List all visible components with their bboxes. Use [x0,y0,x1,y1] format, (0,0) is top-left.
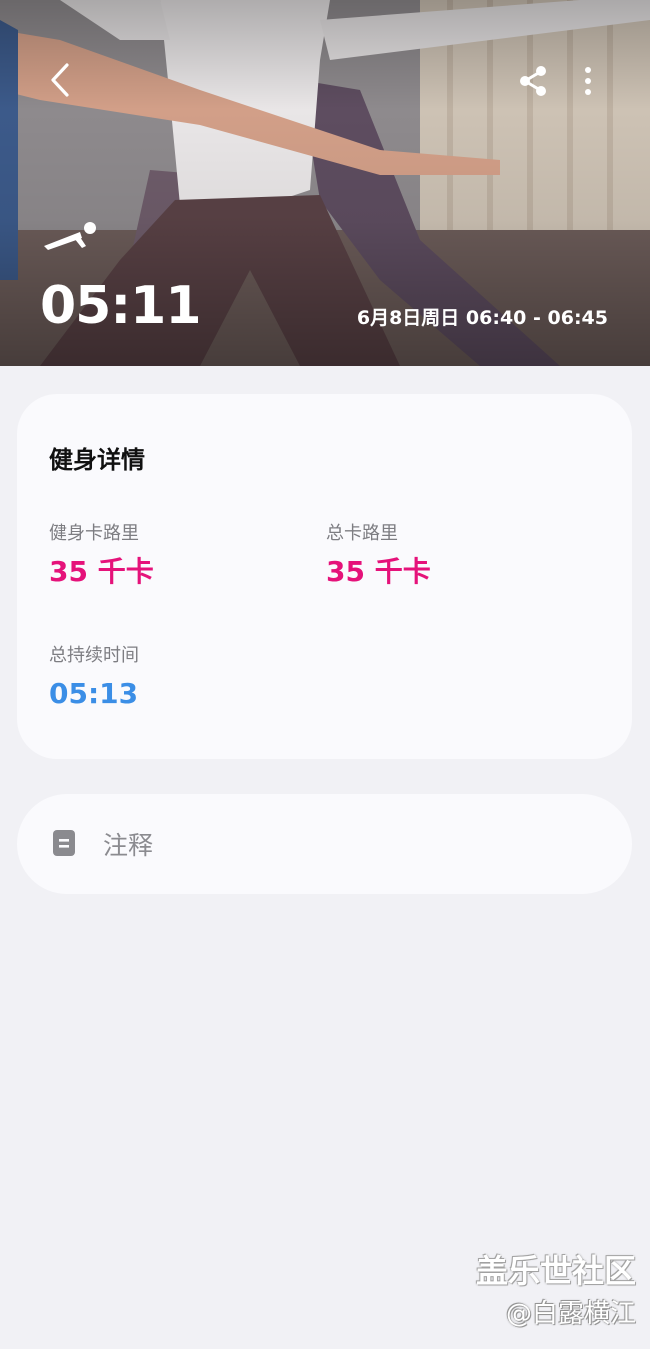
watermark-author: @白露横江 [505,1299,636,1329]
details-title: 健身详情 [49,446,145,474]
metric-label: 总持续时间 [49,645,139,666]
watermark-community: 盖乐世社区 [475,1252,636,1290]
metric-total-duration: 总持续时间 05:13 [49,644,139,714]
metric-total-calories: 总卡路里 35 千卡 [326,522,431,592]
share-button[interactable] [512,60,554,102]
notes-label: 注释 [103,831,154,860]
more-vertical-icon [585,67,591,95]
share-icon [520,66,546,96]
metric-value: 35 千卡 [326,555,431,588]
workout-details-card: 健身详情 健身卡路里 35 千卡 总卡路里 35 千卡 总持续时间 05:13 [17,394,632,759]
metric-label: 总卡路里 [326,523,398,544]
workout-time-range: 6月8日周日 06:40 - 06:45 [356,307,608,329]
notes-button[interactable]: 注释 [17,794,632,894]
more-options-button[interactable] [570,60,606,102]
workout-duration: 05:11 [40,276,202,336]
hero-banner: 05:11 6月8日周日 06:40 - 06:45 [0,0,650,366]
metric-value: 35 千卡 [49,555,154,588]
back-button[interactable] [40,58,80,102]
plank-icon [42,220,100,250]
chevron-left-icon [51,63,69,97]
metric-workout-calories: 健身卡路里 35 千卡 [49,522,154,592]
metric-label: 健身卡路里 [49,523,139,544]
metric-value: 05:13 [49,677,139,710]
note-icon [53,830,75,856]
